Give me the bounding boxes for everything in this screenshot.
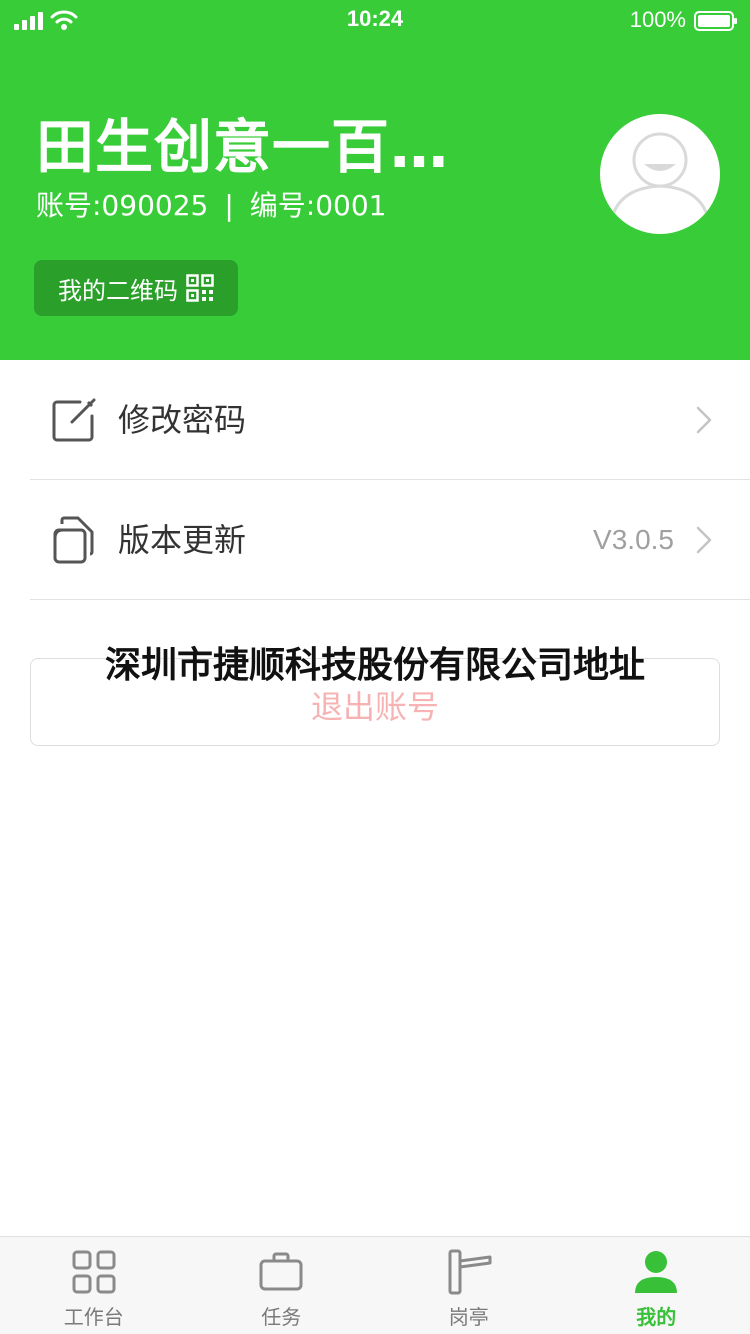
tab-label: 岗亭 <box>448 1305 489 1329</box>
copy-icon <box>53 516 94 564</box>
version-number: V3.0.5 <box>593 524 674 555</box>
chevron-right-icon <box>696 406 712 434</box>
tab-workbench[interactable]: 工作台 <box>0 1237 188 1334</box>
grid-icon <box>72 1250 116 1294</box>
employee-number: 编号:0001 <box>249 189 387 222</box>
my-qr-code-button[interactable]: 我的二维码 <box>34 260 238 316</box>
profile-header: 10:24 100% 田生创意一百年… 账号:090025 | 编号:0001 我的… <box>0 0 750 360</box>
chevron-right-icon <box>696 526 712 554</box>
briefcase-icon <box>259 1252 303 1291</box>
tab-booth[interactable]: 岗亭 <box>375 1237 563 1334</box>
barrier-gate-icon <box>448 1249 492 1295</box>
tab-label: 我的 <box>636 1305 677 1329</box>
menu-label: 版本更新 <box>118 521 247 559</box>
tab-mine[interactable]: 我的 <box>563 1237 750 1334</box>
person-icon <box>635 1251 678 1293</box>
menu-item-change-password[interactable]: 修改密码 <box>30 360 750 480</box>
avatar[interactable] <box>600 114 720 234</box>
account-info: 账号:090025 | 编号:0001 <box>36 188 386 224</box>
qr-button-label: 我的二维码 <box>58 276 178 305</box>
menu-item-version-update[interactable]: 版本更新 V3.0.5 <box>30 480 750 600</box>
settings-menu: 修改密码 版本更新 V3.0.5 <box>0 360 750 600</box>
tab-tasks[interactable]: 任务 <box>188 1237 376 1334</box>
avatar-placeholder-icon <box>610 132 710 219</box>
account-number: 账号:090025 <box>36 189 209 222</box>
status-bar: 10:24 100% <box>0 0 750 40</box>
watermark-text: 深圳市捷顺科技股份有限公司地址 <box>104 645 645 686</box>
battery-icon <box>694 11 737 31</box>
logout-label: 退出账号 <box>310 688 439 726</box>
qr-code-icon <box>186 274 214 302</box>
user-name: 田生创意一百年… <box>36 113 506 181</box>
tab-label: 任务 <box>261 1305 302 1329</box>
edit-icon <box>52 398 96 442</box>
tab-label: 工作台 <box>63 1305 124 1329</box>
info-divider: | <box>224 189 234 222</box>
battery-percent: 100% <box>629 7 686 32</box>
bottom-tab-bar: 工作台 任务 岗亭 我的 <box>0 1236 750 1334</box>
menu-label: 修改密码 <box>118 401 247 439</box>
